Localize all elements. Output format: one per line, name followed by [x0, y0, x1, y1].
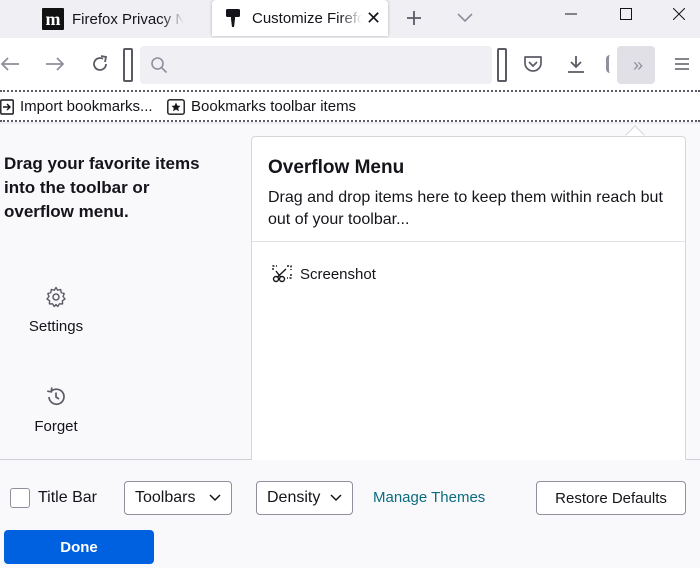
title-bar-label: Title Bar: [38, 489, 97, 506]
screenshot-icon: [272, 265, 292, 283]
overflow-glyph: »: [632, 54, 643, 75]
close-tab-icon[interactable]: ✕: [366, 8, 381, 29]
search-icon: [150, 56, 168, 79]
title-bar-checkbox[interactable]: Title Bar: [10, 488, 97, 508]
customize-brush-icon: [224, 8, 242, 28]
palette-item-settings[interactable]: Settings: [0, 286, 112, 335]
window-maximize-button[interactable]: [603, 0, 649, 28]
overflow-item-screenshot[interactable]: Screenshot: [272, 265, 376, 283]
extension-icon[interactable]: [606, 55, 614, 73]
overflow-item-label: Screenshot: [300, 265, 376, 283]
reload-icon[interactable]: [88, 52, 112, 76]
bookmarks-toolbar-items[interactable]: Bookmarks toolbar items: [167, 98, 356, 115]
back-arrow-icon[interactable]: [0, 52, 22, 76]
window-close-button[interactable]: [656, 0, 700, 28]
done-button[interactable]: Done: [4, 530, 154, 564]
density-label: Density: [267, 489, 321, 506]
history-clock-icon: [0, 386, 112, 408]
toolbars-label: Toolbars: [135, 489, 196, 506]
new-tab-button[interactable]: [400, 4, 428, 32]
url-bar[interactable]: [140, 46, 492, 84]
customize-area: Drag your favorite items into the toolba…: [0, 124, 700, 460]
star-folder-icon: [167, 98, 185, 115]
toolbars-dropdown[interactable]: Toolbars: [124, 481, 232, 515]
palette-item-label: Settings: [28, 318, 84, 335]
density-dropdown[interactable]: Density: [256, 481, 353, 515]
checkbox-box[interactable]: [10, 488, 30, 508]
customize-instructions: Drag your favorite items into the toolba…: [4, 154, 200, 221]
m-logo-icon: m: [42, 8, 64, 30]
chevron-down-icon: [330, 489, 342, 507]
flexible-space-left[interactable]: [123, 48, 133, 82]
tab-customize-firefox[interactable]: Customize Firefox ✕: [212, 0, 388, 36]
tab-title: Customize Firefox: [252, 9, 362, 27]
manage-themes-link[interactable]: Manage Themes: [373, 489, 485, 506]
panel-description: Drag and drop items here to keep them wi…: [268, 189, 663, 228]
import-bookmarks-item[interactable]: Import bookmarks...: [0, 98, 153, 115]
panel-title: Overflow Menu: [268, 157, 405, 178]
forward-arrow-icon[interactable]: [43, 52, 67, 76]
download-icon[interactable]: [564, 52, 588, 76]
overflow-menu-panel: Overflow Menu Drag and drop items here t…: [251, 136, 686, 460]
chevron-down-icon: [209, 489, 221, 507]
import-icon: [0, 98, 14, 115]
list-all-tabs-button[interactable]: [451, 4, 479, 32]
bookmarks-toolbar: Import bookmarks... Bookmarks toolbar it…: [0, 92, 700, 122]
restore-defaults-button[interactable]: Restore Defaults: [536, 481, 686, 515]
palette-item-label: Forget: [34, 418, 78, 435]
customize-footer: Title Bar Toolbars Density Manage Themes…: [0, 460, 700, 568]
bookmarks-toolbar-items-label: Bookmarks toolbar items: [191, 98, 357, 115]
palette-item-forget[interactable]: Forget: [0, 386, 112, 435]
hamburger-menu-icon[interactable]: [670, 52, 694, 76]
flexible-space-right[interactable]: [497, 48, 507, 82]
tab-title: Firefox Privacy Notice: [72, 10, 184, 28]
gear-icon: [0, 286, 112, 308]
panel-divider: [252, 241, 685, 242]
window-minimize-button[interactable]: [548, 0, 594, 28]
tab-strip: m Firefox Privacy Notice Customize Firef…: [0, 0, 700, 38]
pocket-icon[interactable]: [521, 52, 545, 76]
tab-privacy-notice[interactable]: m Firefox Privacy Notice: [36, 2, 206, 36]
navigation-toolbar: »: [0, 38, 700, 92]
import-bookmarks-label: Import bookmarks...: [20, 98, 153, 115]
overflow-chevron-icon[interactable]: »: [617, 46, 655, 84]
